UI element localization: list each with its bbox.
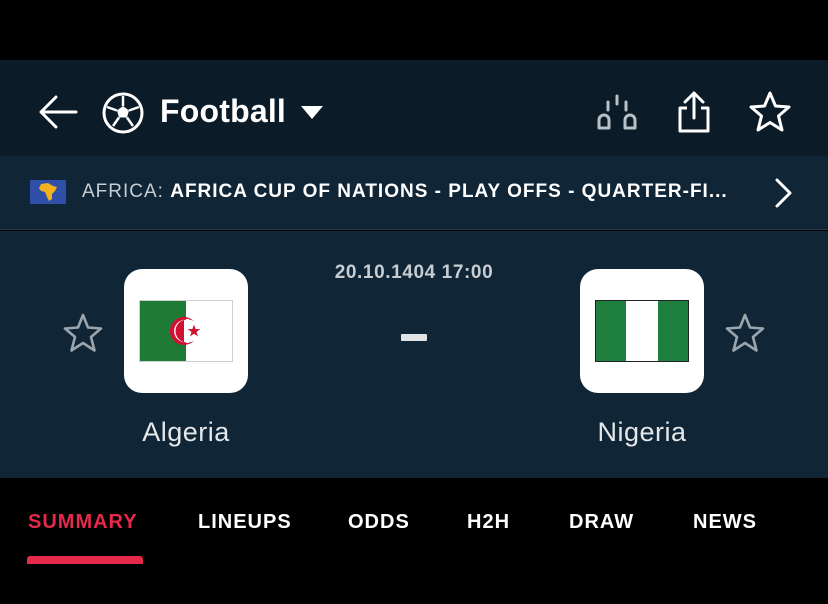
back-arrow-icon[interactable]	[36, 90, 80, 134]
home-team-favorite-star-icon[interactable]	[62, 312, 104, 354]
home-team-name[interactable]: Algeria	[86, 417, 286, 448]
tab-odds[interactable]: ODDS	[348, 511, 410, 534]
league-title: AFRICA: AFRICA CUP OF NATIONS - PLAY OFF…	[82, 181, 728, 203]
tab-lineups[interactable]: LINEUPS	[198, 511, 292, 534]
league-name: AFRICA CUP OF NATIONS - PLAY OFFS - QUAR…	[170, 181, 728, 202]
africa-flag-icon	[30, 180, 66, 204]
favorite-star-icon[interactable]	[748, 90, 792, 134]
away-team-favorite-star-icon[interactable]	[724, 312, 766, 354]
caret-down-icon[interactable]	[298, 104, 326, 122]
tab-summary[interactable]: SUMMARY	[28, 511, 138, 534]
odds-icon[interactable]	[594, 90, 640, 136]
league-country: AFRICA:	[82, 181, 164, 202]
tab-h2h[interactable]: H2H	[467, 511, 510, 534]
soccer-ball-icon	[102, 92, 144, 134]
match-header: 20.10.1404 17:00 Algeria Nigeria	[0, 231, 828, 478]
active-tab-indicator	[27, 556, 143, 564]
sport-title[interactable]: Football	[160, 93, 286, 130]
tab-draw[interactable]: DRAW	[569, 511, 634, 534]
tab-news[interactable]: NEWS	[693, 511, 757, 534]
away-team-logo[interactable]	[580, 269, 704, 393]
league-bar[interactable]: AFRICA: AFRICA CUP OF NATIONS - PLAY OFF…	[0, 156, 828, 230]
share-icon[interactable]	[672, 88, 716, 136]
score-separator	[401, 334, 427, 341]
away-team-name[interactable]: Nigeria	[542, 417, 742, 448]
nigeria-flag-icon	[595, 300, 689, 362]
match-tabs: SUMMARY LINEUPS ODDS H2H DRAW NEWS	[0, 478, 828, 564]
home-team-logo[interactable]	[124, 269, 248, 393]
algeria-flag-icon	[139, 300, 233, 362]
app-header: Football	[0, 60, 828, 156]
chevron-right-icon[interactable]	[770, 176, 796, 210]
